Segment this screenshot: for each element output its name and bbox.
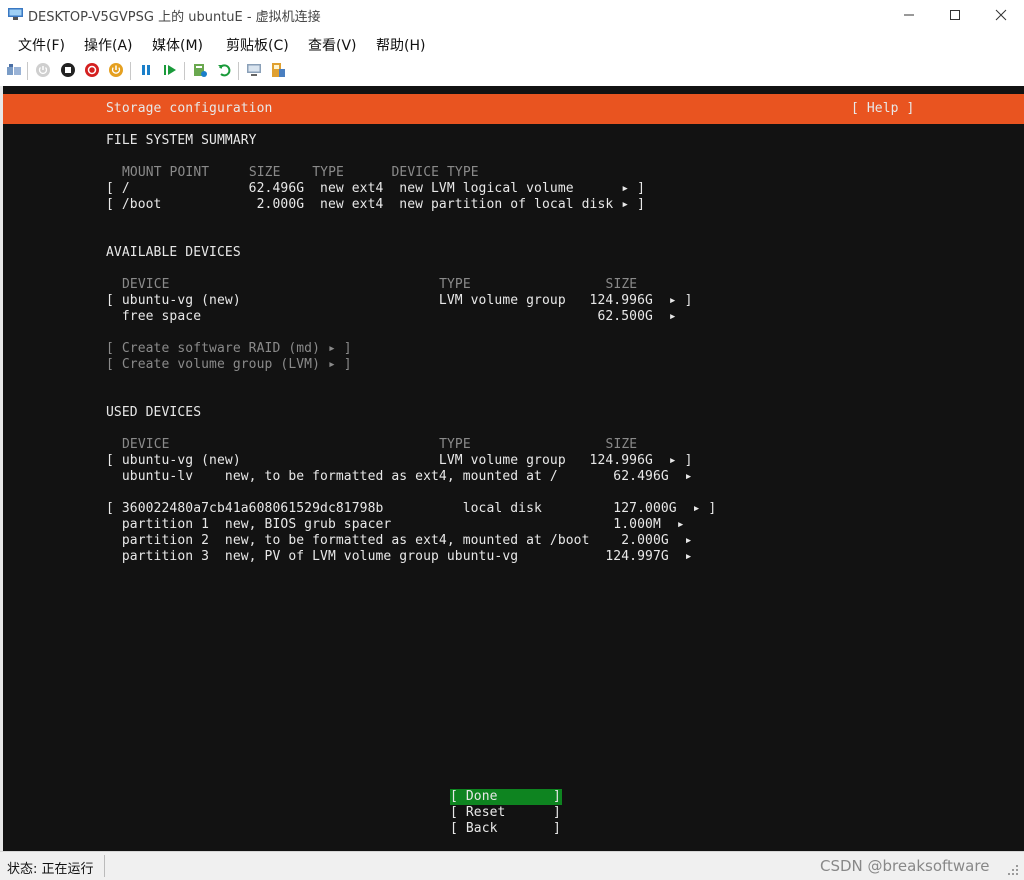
revert-icon[interactable]: [216, 62, 232, 78]
menu-bar: 文件(F) 操作(A) 媒体(M) 剪贴板(C) 查看(V) 帮助(H): [0, 31, 1024, 58]
ctrl-alt-del-icon[interactable]: [6, 62, 22, 78]
menu-media[interactable]: 媒体(M): [152, 35, 203, 55]
enhanced-session-icon[interactable]: [246, 62, 262, 78]
resume-icon[interactable]: [162, 62, 178, 78]
close-button[interactable]: [978, 0, 1024, 31]
create-volume-group-button: [ Create volume group (LVM) ▸ ]: [106, 357, 352, 372]
fs-row-root[interactable]: [ / 62.496G new ext4 new LVM logical vol…: [106, 181, 645, 197]
used-row-partition-1[interactable]: partition 1 new, BIOS grub spacer 1.000M…: [106, 517, 685, 533]
done-button[interactable]: [ Done ]: [450, 789, 561, 805]
status-separator: [104, 855, 105, 877]
toolbar-separator: [27, 62, 28, 80]
used-row-partition-3[interactable]: partition 3 new, PV of LVM volume group …: [106, 549, 693, 565]
close-icon: [995, 9, 1007, 21]
toolbar-separator: [184, 62, 185, 80]
used-heading: USED DEVICES: [106, 405, 202, 420]
shut-down-icon[interactable]: [84, 62, 100, 78]
status-bar: 状态: 正在运行 CSDN @breaksoftware: [0, 851, 1024, 880]
window-titlebar: DESKTOP-V5GVPSG 上的 ubuntuE - 虚拟机连接: [0, 0, 1024, 31]
toolbar-separator: [130, 62, 131, 80]
used-row-local-disk[interactable]: [ 360022480a7cb41a608061529dc81798b loca…: [106, 501, 716, 517]
available-columns: DEVICE TYPE SIZE: [122, 277, 638, 292]
available-row-free-space[interactable]: free space 62.500G ▸: [106, 309, 677, 325]
share-icon[interactable]: [270, 62, 286, 78]
available-row-ubuntu-vg[interactable]: [ ubuntu-vg (new) LVM volume group 124.9…: [106, 293, 693, 309]
page-title: Storage configuration: [106, 101, 273, 116]
watermark: CSDN @breaksoftware: [820, 857, 990, 875]
used-columns: DEVICE TYPE SIZE: [122, 437, 638, 452]
window-title: DESKTOP-V5GVPSG 上的 ubuntuE - 虚拟机连接: [28, 10, 321, 25]
maximize-button[interactable]: [932, 0, 978, 31]
toolbar: [0, 58, 1024, 84]
screen-border: [0, 86, 3, 851]
maximize-icon: [950, 10, 960, 20]
help-button[interactable]: [ Help ]: [851, 101, 914, 117]
fs-summary-columns: MOUNT POINT SIZE TYPE DEVICE TYPE: [122, 165, 479, 180]
reset-button[interactable]: [ Reset ]: [450, 805, 561, 821]
create-raid-button: [ Create software RAID (md) ▸ ]: [106, 341, 352, 356]
minimize-button[interactable]: [886, 0, 932, 31]
fs-summary-heading: FILE SYSTEM SUMMARY: [106, 133, 257, 148]
pause-icon[interactable]: [138, 62, 154, 78]
available-heading: AVAILABLE DEVICES: [106, 245, 241, 260]
minimize-icon: [904, 14, 914, 16]
save-state-icon[interactable]: [108, 62, 124, 78]
back-button[interactable]: [ Back ]: [450, 821, 561, 837]
used-row-partition-2[interactable]: partition 2 new, to be formatted as ext4…: [106, 533, 693, 549]
used-row-ubuntu-lv[interactable]: ubuntu-lv new, to be formatted as ext4, …: [106, 469, 693, 485]
start-icon[interactable]: [35, 62, 51, 78]
vm-connection-icon: [8, 8, 23, 20]
toolbar-separator: [238, 62, 239, 80]
resize-grip-icon[interactable]: [1005, 862, 1019, 876]
menu-file[interactable]: 文件(F): [18, 35, 65, 55]
menu-view[interactable]: 查看(V): [308, 35, 357, 55]
menu-clipboard[interactable]: 剪贴板(C): [226, 35, 289, 55]
fs-row-boot[interactable]: [ /boot 2.000G new ext4 new partition of…: [106, 197, 645, 213]
used-row-ubuntu-vg[interactable]: [ ubuntu-vg (new) LVM volume group 124.9…: [106, 453, 693, 469]
menu-help[interactable]: 帮助(H): [376, 35, 425, 55]
status-text: 状态: 正在运行: [7, 862, 94, 877]
menu-action[interactable]: 操作(A): [84, 35, 133, 55]
checkpoint-icon[interactable]: [192, 62, 208, 78]
turn-off-icon[interactable]: [60, 62, 76, 78]
